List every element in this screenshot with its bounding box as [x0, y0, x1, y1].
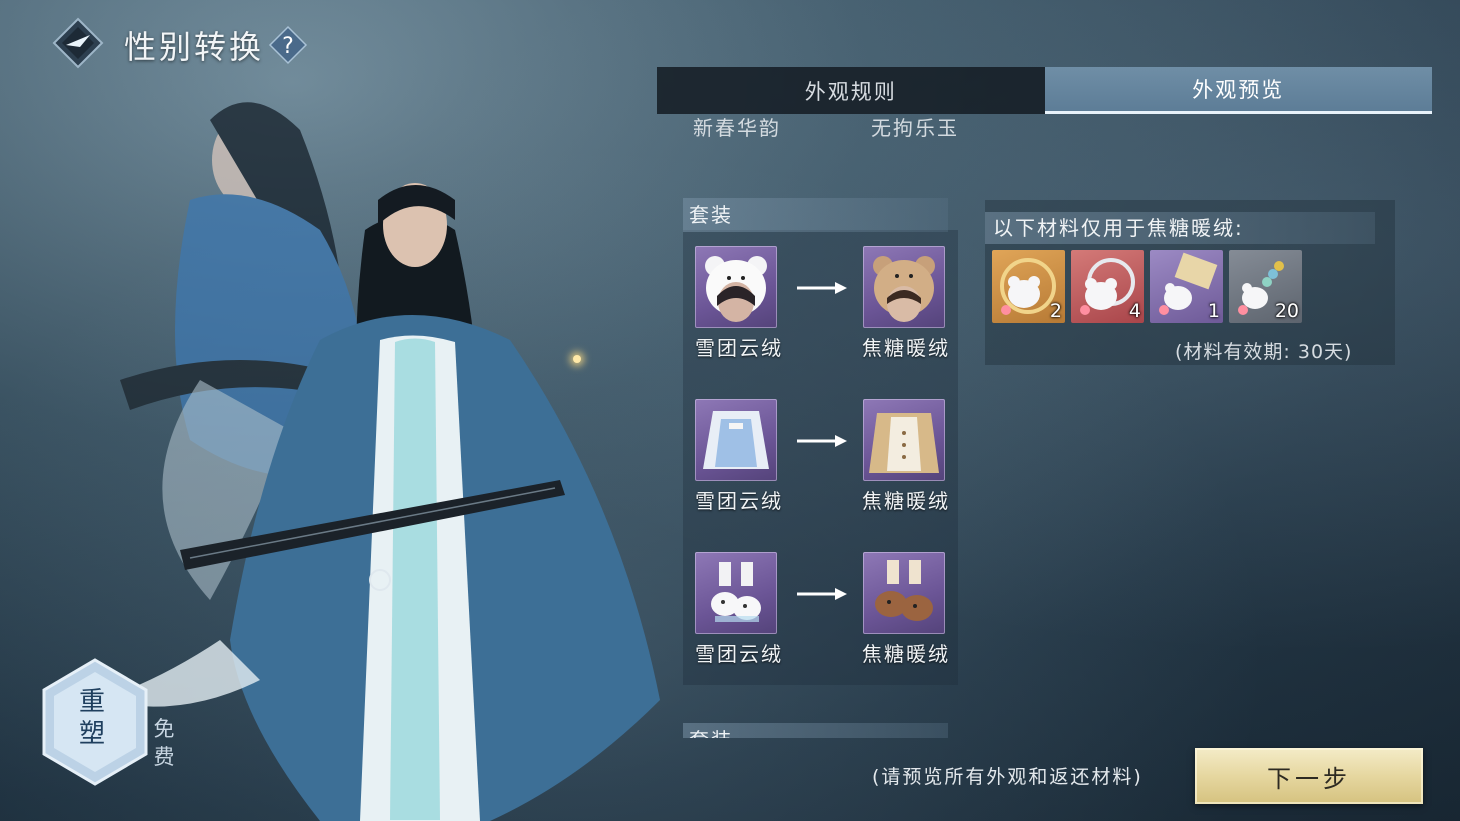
appearance-list[interactable]: 新春华韵 无拘乐玉 套装 雪团云绒 焦糖暖绒 雪团云绒 焦糖暖绒 雪团云绒 焦糖…	[683, 118, 968, 738]
next-step-button[interactable]: 下一步	[1195, 748, 1423, 804]
brown-shoes-icon	[875, 560, 933, 621]
item-slot-from[interactable]	[695, 246, 777, 328]
tab-appearance-rules[interactable]: 外观规则	[657, 67, 1045, 114]
list-item-cutoff: 新春华韵 无拘乐玉	[693, 118, 963, 158]
material-count: 4	[1128, 300, 1141, 322]
arrow-right-icon	[797, 282, 847, 294]
arrow-right-icon	[797, 435, 847, 447]
tab-appearance-preview[interactable]: 外观预览	[1044, 67, 1432, 114]
item-label-to: 无拘乐玉	[871, 118, 959, 140]
item-label-from: 雪团云绒	[695, 336, 783, 360]
brown-bear-hood-icon	[873, 256, 935, 322]
item-slot-to[interactable]	[863, 399, 945, 481]
white-shoes-icon	[711, 562, 761, 622]
blue-outfit-icon	[703, 411, 769, 469]
white-bear-hood-icon	[705, 256, 767, 322]
material-slot[interactable]: 1	[1150, 250, 1223, 323]
materials-validity: (材料有效期: 30天)	[1175, 341, 1353, 363]
material-count: 20	[1274, 300, 1299, 322]
section-header: 套装	[683, 723, 948, 738]
item-slot-to[interactable]	[863, 246, 945, 328]
question-mark-icon[interactable]: ?	[268, 25, 308, 65]
material-slot[interactable]: 4	[1071, 250, 1144, 323]
list-item: 雪团云绒 焦糖暖绒	[695, 399, 955, 513]
page-title: 性别转换	[124, 28, 265, 66]
material-slot[interactable]: 20	[1229, 250, 1302, 323]
item-label-from: 雪团云绒	[695, 489, 783, 513]
character-model	[100, 102, 660, 821]
item-slot-from[interactable]	[695, 552, 777, 634]
back-diamond-icon[interactable]	[52, 17, 104, 69]
sparkle-effect	[573, 355, 581, 363]
material-count: 1	[1207, 300, 1220, 322]
arrow-right-icon	[797, 588, 847, 600]
materials-heading: 以下材料仅用于焦糖暖绒:	[985, 212, 1375, 244]
item-slot-to[interactable]	[863, 552, 945, 634]
preview-hint: (请预览所有外观和返还材料)	[872, 766, 1143, 788]
list-item: 雪团云绒 焦糖暖绒	[695, 246, 955, 360]
item-label-to: 焦糖暖绒	[862, 489, 950, 513]
item-label-to: 焦糖暖绒	[862, 642, 950, 666]
section-header: 套装	[683, 198, 948, 232]
item-slot-from[interactable]	[695, 399, 777, 481]
svg-text:?: ?	[282, 34, 294, 59]
item-label-from: 雪团云绒	[695, 642, 783, 666]
item-label-to: 焦糖暖绒	[862, 336, 950, 360]
material-slot[interactable]: 2	[992, 250, 1065, 323]
material-count: 2	[1049, 300, 1062, 322]
materials-panel: 以下材料仅用于焦糖暖绒: 2 4 1 20 (材料有效期: 30天)	[985, 200, 1395, 365]
tab-bar: 外观规则 外观预览	[657, 67, 1432, 114]
list-item: 雪团云绒 焦糖暖绒	[695, 552, 955, 666]
reshape-label: 重塑	[78, 687, 105, 749]
item-label-from: 新春华韵	[693, 118, 781, 140]
free-label: 免费	[153, 717, 175, 769]
cream-outfit-icon	[869, 413, 939, 473]
